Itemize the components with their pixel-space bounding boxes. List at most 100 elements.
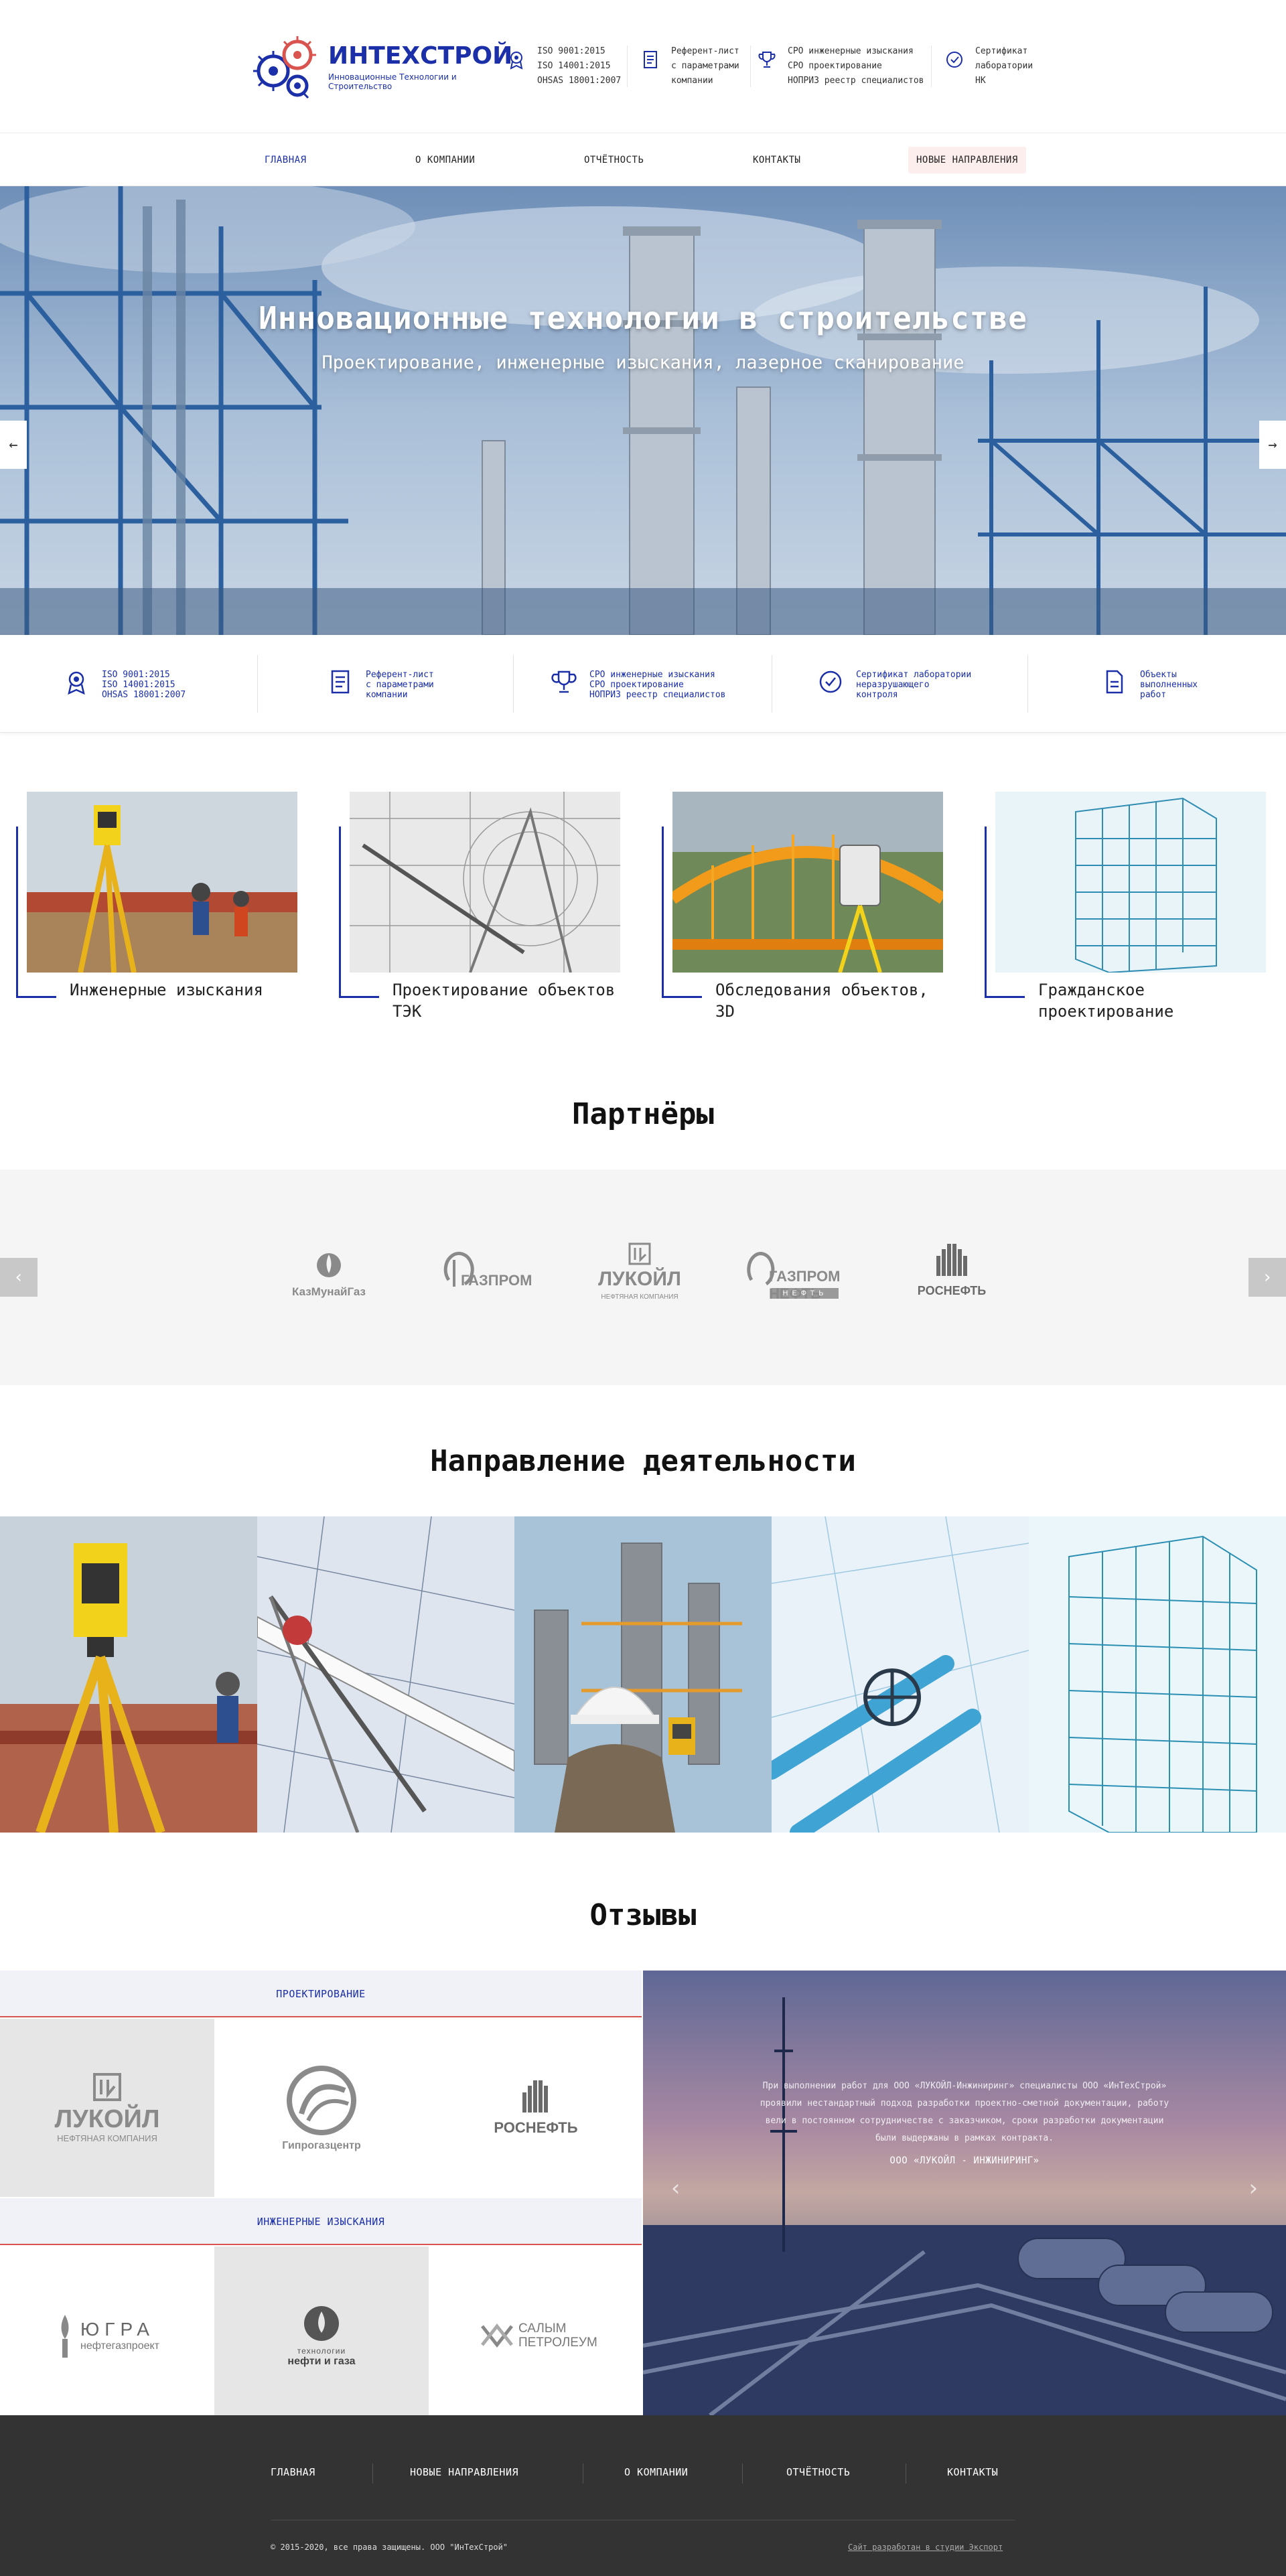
review-client-lukoil[interactable]: ЛУКОЙЛ НЕФТЯНАЯ КОМПАНИЯ [0, 2019, 214, 2197]
partners-prev-button[interactable]: ‹ [0, 1258, 38, 1297]
building-wireframe-photo [995, 792, 1266, 973]
header-cert-sro[interactable]: СРО инженерные изыскания СРО проектирова… [757, 44, 924, 88]
nav-reports[interactable]: ОТЧЁТНОСТЬ [584, 133, 644, 187]
total-station-photo [0, 1516, 257, 1833]
logo-name: ИНТЕХСТРОЙ [328, 42, 513, 70]
reviews-group-design: ПРОЕКТИРОВАНИЕ [0, 1971, 642, 2017]
medal-icon [68, 671, 85, 695]
directions-title: Направление деятельности [430, 1444, 856, 1478]
direction-tile-inspection[interactable] [514, 1516, 772, 1833]
review-client-yugra[interactable]: ЮГРА нефтегазпроект [0, 2246, 214, 2425]
certificates-strip: ISO 9001:2015 ISO 14001:2015 OHSAS 18001… [0, 635, 1286, 733]
header-cert-iso[interactable]: ISO 9001:2015 ISO 14001:2015 OHSAS 18001… [506, 44, 621, 88]
partner-logo-rosneft[interactable]: РОСНЕФТЬ [902, 1240, 1002, 1313]
hero-next-button[interactable]: → [1259, 421, 1286, 469]
chevron-right-icon: › [1262, 1267, 1273, 1287]
service-card-design-tek[interactable]: Проектирование объектов ТЭК [339, 792, 634, 1033]
scanning-photo [672, 792, 943, 973]
review-prev-button[interactable]: ‹ [666, 2171, 686, 2205]
direction-tile-civil[interactable] [1029, 1516, 1286, 1833]
reviews-group-surveys: ИНЖЕНЕРНЫЕ ИЗЫСКАНИЯ [0, 2198, 642, 2245]
arrow-left-icon: ← [9, 436, 18, 453]
partner-logo-lukoil[interactable]: ЛУКОЙЛ НЕФТЯНАЯ КОМПАНИЯ [589, 1240, 690, 1313]
nav-new-directions[interactable]: НОВЫЕ НАПРАВЛЕНИЯ [908, 147, 1026, 173]
sunset-refinery-photo [643, 1971, 1286, 2415]
direction-tile-surveys[interactable] [0, 1516, 257, 1833]
footer-nav-new-directions[interactable]: НОВЫЕ НАПРАВЛЕНИЯ [410, 2466, 518, 2478]
document-list-icon [331, 670, 350, 694]
direction-tile-pipelines[interactable] [772, 1516, 1029, 1833]
cert-sro[interactable]: СРО инженерные изыскания СРО проектирова… [551, 668, 726, 700]
site-header: ИНТЕХСТРОЙ Инновационные Технологии и Ст… [0, 0, 1286, 133]
logo-tagline: Инновационные Технологии и Строительство [328, 72, 457, 91]
partners-next-button[interactable]: › [1248, 1258, 1286, 1297]
reviews-clients: ПРОЕКТИРОВАНИЕ ЛУКОЙЛ НЕФТЯНАЯ КОМПАНИЯ … [0, 1971, 643, 2425]
service-label: Обследования объектов, 3D [715, 981, 928, 1021]
hero-title: Инновационные технологии в строительстве [259, 300, 1027, 336]
partner-logo-gazprom-neft[interactable]: ГАЗПРОМ НЕФТЬ НЕФТЬ [745, 1240, 845, 1313]
check-circle-icon [946, 52, 962, 68]
check-circle-icon [819, 670, 842, 693]
copyright: © 2015-2020, все права защищены. ООО "Ин… [271, 2543, 508, 2552]
review-quote: При выполнении работ для ООО «ЛУКОЙЛ-Инж… [760, 2081, 1169, 2143]
service-card-civil-design[interactable]: Гражданское проектирование [985, 792, 1279, 1033]
cert-objects[interactable]: Объекты выполненных работ [1101, 668, 1198, 700]
oil-gas-tech-emblem-icon [304, 2306, 339, 2341]
chevron-left-icon: ‹ [668, 2175, 683, 2202]
service-card-surveys[interactable]: Инженерные изыскания [16, 792, 311, 1033]
footer-nav-reports[interactable]: ОТЧЁТНОСТЬ [786, 2466, 850, 2478]
hero-refinery-image [0, 186, 1286, 635]
footer-nav-home[interactable]: ГЛАВНАЯ [271, 2466, 315, 2478]
header-cert-lab[interactable]: Сертификат лаборатории НК [944, 44, 1033, 88]
partners-title: Партнёры [572, 1097, 714, 1131]
yugra-drop-icon [61, 2315, 69, 2358]
review-author: ООО «ЛУКОЙЛ - ИНЖИНИРИНГ» [889, 2155, 1040, 2166]
nav-contacts[interactable]: КОНТАКТЫ [753, 133, 800, 187]
reviews-title: Отзывы [589, 1898, 697, 1932]
partner-logo-kazmunaigaz[interactable]: КазМунайГаз [279, 1240, 379, 1313]
salym-emblem-icon [481, 2323, 513, 2348]
service-label: Инженерные изыскания [70, 981, 263, 999]
engineer-refinery-photo [514, 1516, 772, 1833]
kazmunaigaz-flame-icon [317, 1253, 341, 1277]
chevron-right-icon: › [1246, 2175, 1261, 2202]
trophy-icon [758, 52, 776, 68]
lukoil-emblem-icon [93, 2072, 121, 2101]
main-nav: ГЛАВНАЯ О КОМПАНИИ ОТЧЁТНОСТЬ КОНТАКТЫ Н… [0, 133, 1286, 186]
cert-iso[interactable]: ISO 9001:2015 ISO 14001:2015 OHSAS 18001… [63, 668, 186, 700]
drafting-photo [350, 792, 620, 973]
file-icon [1106, 670, 1123, 694]
company-logo[interactable]: ИНТЕХСТРОЙ Инновационные Технологии и Ст… [251, 28, 512, 106]
surveys-photo [27, 792, 297, 973]
partner-logo-gazprom[interactable]: ГАЗПРОМ [434, 1240, 534, 1313]
header-cert-reference[interactable]: Референт-лист с параметрами компании [640, 44, 739, 88]
nav-home[interactable]: ГЛАВНАЯ [265, 133, 307, 187]
review-client-giprogazcentr[interactable]: Гипрогазцентр [214, 2019, 429, 2197]
arrow-right-icon: → [1268, 436, 1277, 453]
rosneft-emblem-icon [936, 1244, 967, 1276]
medal-icon [510, 52, 523, 70]
cert-reference[interactable]: Референт-лист с параметрами компании [327, 668, 434, 700]
partners-carousel: ‹ › КазМунайГаз ГАЗПРОМ ЛУКОЙЛ НЕФТЯНАЯ … [0, 1169, 1286, 1385]
service-card-inspection-3d[interactable]: Обследования объектов, 3D [662, 792, 956, 1033]
building-wireframe-photo [1029, 1516, 1286, 1833]
review-client-oil-gas-tech[interactable]: технологии нефти и газа [214, 2246, 429, 2425]
direction-tile-design[interactable] [257, 1516, 514, 1833]
studio-link[interactable]: Сайт разработан в студии Экспорт [848, 2543, 1003, 2552]
service-label: Гражданское проектирование [1038, 981, 1174, 1021]
document-list-icon [644, 51, 657, 68]
hero-prev-button[interactable]: ← [0, 421, 27, 469]
review-next-button[interactable]: › [1243, 2171, 1263, 2205]
review-slider: При выполнении работ для ООО «ЛУКОЙЛ-Инж… [643, 1971, 1286, 2415]
review-client-rosneft[interactable]: РОСНЕФТЬ [429, 2019, 643, 2197]
cert-lab[interactable]: Сертификат лаборатории неразрушающего ко… [817, 668, 971, 700]
chevron-left-icon: ‹ [13, 1267, 24, 1287]
footer-nav-about[interactable]: О КОМПАНИИ [624, 2466, 688, 2478]
hero-slider: Инновационные технологии в строительстве… [0, 186, 1286, 635]
nav-about[interactable]: О КОМПАНИИ [415, 133, 475, 187]
review-client-salym[interactable]: САЛЫМ ПЕТРОЛЕУМ [429, 2246, 643, 2425]
blue-pipes-valve-photo [772, 1516, 1029, 1833]
trophy-icon [551, 670, 577, 693]
footer-nav-contacts[interactable]: КОНТАКТЫ [947, 2466, 998, 2478]
giprogazcentr-emblem-icon [287, 2066, 356, 2135]
